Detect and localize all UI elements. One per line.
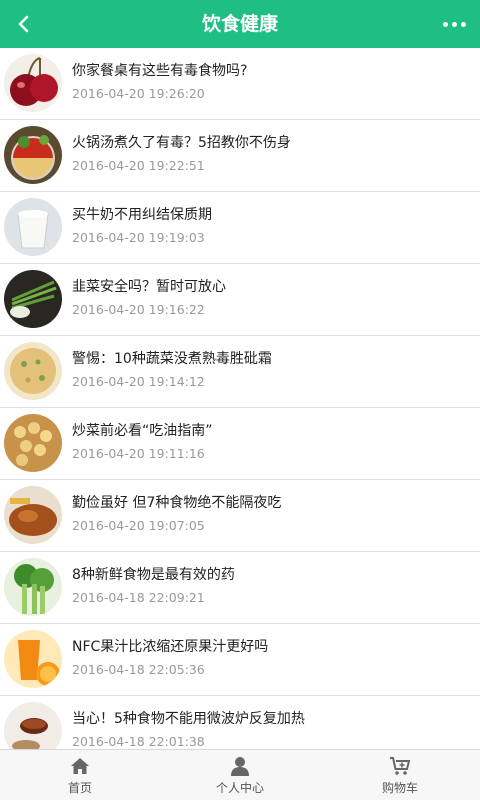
list-item[interactable]: 当心！5种食物不能用微波炉反复加热 2016-04-18 22:01:38	[0, 696, 480, 750]
tab-user-label: 个人中心	[215, 780, 264, 795]
article-date: 2016-04-20 19:19:03	[72, 230, 205, 245]
article-title: 勤俭虽好 但7种食物绝不能隔夜吃	[72, 495, 282, 511]
article-date: 2016-04-20 19:22:51	[72, 158, 205, 173]
tab-user-center[interactable]: 个人中心	[160, 750, 320, 800]
home-icon	[71, 757, 89, 774]
tab-home[interactable]: 首页	[0, 750, 160, 800]
hotpot-thumbnail	[4, 126, 62, 184]
pancake-thumbnail	[4, 342, 62, 400]
article-date: 2016-04-18 22:01:38	[72, 734, 205, 749]
more-dots-icon	[442, 21, 448, 27]
tea-thumbnail	[4, 702, 62, 750]
list-item[interactable]: 你家餐桌有这些有毒食物吗? 2016-04-20 19:26:20	[0, 48, 480, 120]
cart-icon	[390, 756, 411, 775]
article-title: 韭菜安全吗？暂时可放心	[72, 279, 226, 295]
article-date: 2016-04-20 19:26:20	[72, 86, 205, 101]
app-header: 饮食健康	[0, 0, 480, 48]
article-title: 警惕：10种蔬菜没煮熟毒胜砒霜	[72, 351, 272, 367]
article-date: 2016-04-18 22:05:36	[72, 662, 205, 677]
list-item[interactable]: NFC果汁比浓缩还原果汁更好吗 2016-04-18 22:05:36	[0, 624, 480, 696]
list-item[interactable]: 炒菜前必看“吃油指南” 2016-04-20 19:11:16	[0, 408, 480, 480]
article-title: 你家餐桌有这些有毒食物吗?	[72, 63, 248, 79]
roast-chicken-thumbnail	[4, 486, 62, 544]
tab-home-label: 首页	[67, 780, 92, 795]
article-title: 买牛奶不用纠结保质期	[72, 207, 212, 223]
more-button[interactable]	[436, 6, 472, 42]
milk-thumbnail	[4, 198, 62, 256]
article-title: 8种新鲜食物是最有效的药	[72, 567, 235, 583]
article-date: 2016-04-20 19:14:12	[72, 374, 205, 389]
article-title: 火锅汤煮久了有毒？5招教你不伤身	[72, 135, 291, 151]
article-list: 你家餐桌有这些有毒食物吗? 2016-04-20 19:26:20 火锅汤煮久了…	[0, 48, 480, 750]
article-title: 炒菜前必看“吃油指南”	[72, 423, 213, 439]
chive-thumbnail	[4, 270, 62, 328]
list-item[interactable]: 勤俭虽好 但7种食物绝不能隔夜吃 2016-04-20 19:07:05	[0, 480, 480, 552]
list-item[interactable]: 警惕：10种蔬菜没煮熟毒胜砒霜 2016-04-20 19:14:12	[0, 336, 480, 408]
list-item[interactable]: 韭菜安全吗？暂时可放心 2016-04-20 19:16:22	[0, 264, 480, 336]
article-date: 2016-04-20 19:16:22	[72, 302, 205, 317]
page-title: 饮食健康	[201, 13, 278, 35]
list-item[interactable]: 火锅汤煮久了有毒？5招教你不伤身 2016-04-20 19:22:51	[0, 120, 480, 192]
soybean-thumbnail	[4, 414, 62, 472]
article-date: 2016-04-20 19:11:16	[72, 446, 205, 461]
cherry-thumbnail	[4, 54, 62, 112]
user-icon	[231, 756, 249, 776]
celery-thumbnail	[4, 558, 62, 616]
article-title: NFC果汁比浓缩还原果汁更好吗	[72, 639, 269, 655]
juice-thumbnail	[4, 630, 62, 688]
article-title: 当心！5种食物不能用微波炉反复加热	[72, 711, 305, 727]
tab-cart[interactable]: 购物车	[320, 750, 480, 800]
list-item[interactable]: 8种新鲜食物是最有效的药 2016-04-18 22:09:21	[0, 552, 480, 624]
bottom-tab-bar: 首页 个人中心 购物车	[0, 749, 480, 800]
article-date: 2016-04-18 22:09:21	[72, 590, 205, 605]
list-item[interactable]: 买牛奶不用纠结保质期 2016-04-20 19:19:03	[0, 192, 480, 264]
tab-cart-label: 购物车	[381, 780, 418, 795]
article-date: 2016-04-20 19:07:05	[72, 518, 205, 533]
